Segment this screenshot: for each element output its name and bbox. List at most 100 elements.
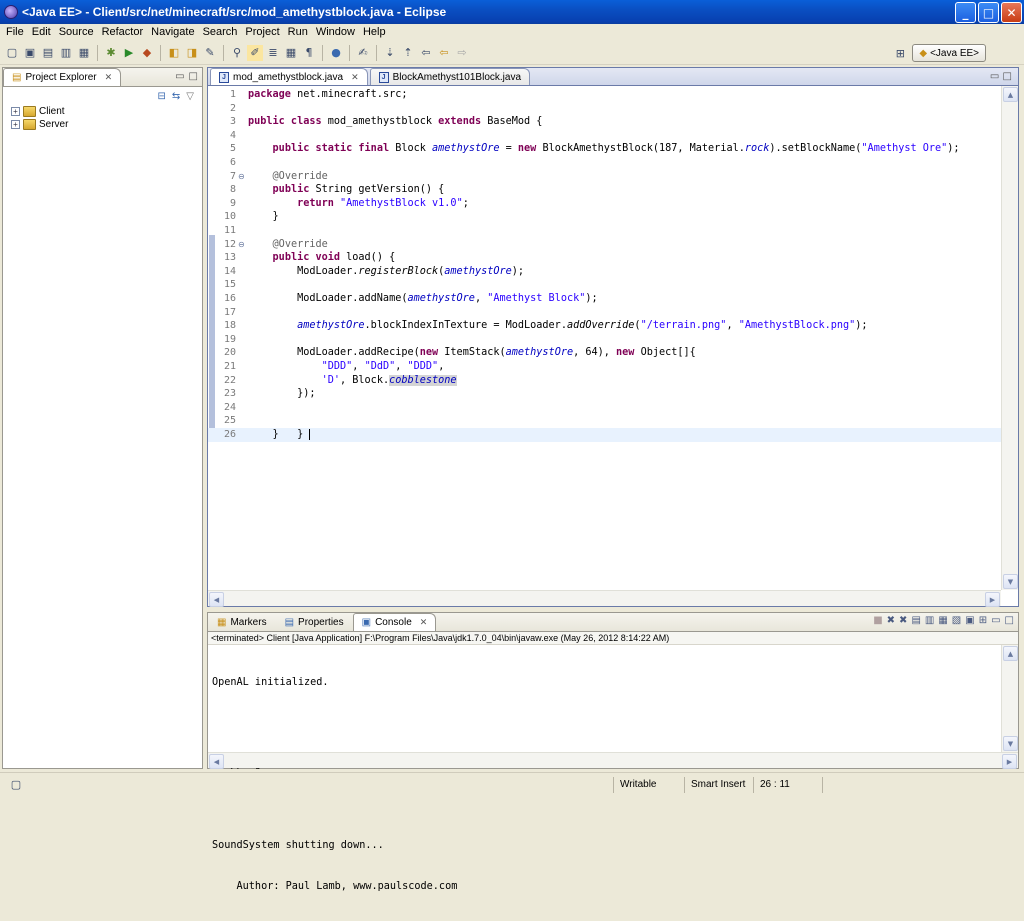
editor-horizontal-scrollbar[interactable]: ◀ ▶ — [208, 590, 1001, 607]
open-perspective-icon[interactable]: ⊞ — [892, 45, 908, 61]
pin-console-icon[interactable]: ▧ — [952, 615, 961, 626]
remove-all-icon[interactable]: ✖ — [899, 615, 907, 626]
scroll-up-icon[interactable]: ▲ — [1003, 87, 1018, 102]
code-line: 1 package net.minecraft.src; — [229, 89, 408, 100]
tree-item-client[interactable]: + Client — [3, 105, 202, 118]
maximize-button[interactable]: □ — [978, 2, 999, 23]
show-on-output-icon[interactable]: ▦ — [938, 615, 947, 626]
menu-window[interactable]: Window — [312, 26, 359, 38]
code-line: 23 }); — [223, 388, 316, 400]
menu-navigate[interactable]: Navigate — [147, 26, 198, 38]
minimize-icon[interactable]: ▭ — [991, 615, 1000, 626]
javaee-icon: ◆ — [919, 47, 928, 59]
next-annotation-icon[interactable]: ⇣ — [382, 45, 398, 61]
minimize-button[interactable]: _ — [955, 2, 976, 23]
display-console-icon[interactable]: ▣ — [965, 615, 974, 626]
last-edit-icon[interactable]: ⇦ — [418, 45, 434, 61]
print-icon[interactable]: ▦ — [76, 45, 92, 61]
menu-file[interactable]: File — [2, 26, 28, 38]
tab-blockamethyst[interactable]: J BlockAmethyst101Block.java — [369, 68, 531, 85]
menu-help[interactable]: Help — [359, 26, 390, 38]
close-icon[interactable]: ✕ — [105, 72, 113, 83]
expand-icon[interactable]: + — [11, 107, 20, 116]
save-all-icon[interactable]: ▥ — [58, 45, 74, 61]
perspective-button[interactable]: ◆ <Java EE> — [912, 44, 986, 62]
close-icon[interactable]: ✕ — [420, 617, 428, 628]
clear-console-icon[interactable]: ▤ — [911, 615, 920, 626]
external-tools-icon[interactable]: ◆ — [139, 45, 155, 61]
code-line: 3 public class mod_amethystblock extends … — [229, 116, 543, 128]
open-type-icon[interactable]: ◧ — [166, 45, 182, 61]
block-selection-icon[interactable]: ▦ — [283, 45, 299, 61]
maximize-icon[interactable]: □ — [189, 71, 198, 82]
collapse-all-icon[interactable]: ⊟ — [158, 91, 166, 102]
scroll-right-icon[interactable]: ▶ — [985, 592, 1000, 607]
link-editor-icon[interactable]: ⇆ — [172, 91, 180, 102]
scroll-left-icon[interactable]: ◀ — [209, 592, 224, 607]
console-icon: ▣ — [361, 617, 372, 628]
new-file-icon[interactable]: ▢ — [4, 45, 20, 61]
window-title: <Java EE> - Client/src/net/minecraft/src… — [22, 5, 447, 19]
perspective-label: <Java EE> — [930, 47, 979, 59]
save-icon[interactable]: ▤ — [40, 45, 56, 61]
menu-refactor[interactable]: Refactor — [98, 26, 148, 38]
remove-launch-icon[interactable]: ✖ — [887, 615, 895, 626]
code-text-area[interactable]: 1 package net.minecraft.src; 2 3 public cl… — [208, 86, 1001, 590]
code-line: 5 public static final Block amethystOre … — [229, 143, 960, 155]
explorer-icon: ▤ — [12, 72, 22, 83]
menu-source[interactable]: Source — [55, 26, 98, 38]
new-server-icon[interactable]: ▣ — [22, 45, 38, 61]
tab-project-explorer[interactable]: ▤ Project Explorer ✕ — [3, 68, 122, 86]
code-line: 14 ModLoader.registerBlock(amethystOre); — [223, 265, 525, 277]
console-horizontal-scrollbar[interactable]: ◀ ▶ — [208, 752, 1018, 769]
globe-icon[interactable]: ● — [328, 45, 344, 61]
scroll-lock-icon[interactable]: ▥ — [925, 615, 934, 626]
editor-vertical-scrollbar[interactable]: ▲ ▼ — [1001, 86, 1018, 590]
tab-mod-amethystblock[interactable]: J mod_amethystblock.java ✕ — [210, 68, 368, 85]
tree-item-server[interactable]: + Server — [3, 118, 202, 131]
console-line: Author: Paul Lamb, www.paulscode.com — [212, 881, 458, 893]
scroll-down-icon[interactable]: ▼ — [1003, 736, 1018, 751]
fast-view-icon[interactable]: ▢ — [8, 776, 24, 792]
minimize-icon[interactable]: ▭ — [175, 71, 184, 82]
close-button[interactable]: ✕ — [1001, 2, 1022, 23]
search-icon[interactable]: ✎ — [202, 45, 218, 61]
show-whitespace-icon[interactable]: ¶ — [301, 45, 317, 61]
tab-console[interactable]: ▣ Console ✕ — [352, 613, 437, 631]
menu-project[interactable]: Project — [241, 26, 283, 38]
view-menu-icon[interactable]: ▽ — [186, 91, 194, 102]
prev-annotation-icon[interactable]: ⇡ — [400, 45, 416, 61]
scroll-up-icon[interactable]: ▲ — [1003, 646, 1018, 661]
code-line: 7 ⊖ @Override — [229, 170, 328, 182]
code-line: 20 ModLoader.addRecipe(new ItemStack(ame… — [223, 347, 696, 359]
maximize-icon[interactable]: □ — [1005, 615, 1014, 626]
console-vertical-scrollbar[interactable]: ▲ ▼ — [1001, 645, 1018, 752]
menu-edit[interactable]: Edit — [28, 26, 55, 38]
format-icon[interactable]: ≣ — [265, 45, 281, 61]
tab-markers[interactable]: ▦ Markers — [208, 613, 276, 631]
console-toolbar: ■ ✖ ✖ ▤ ▥ ▦ ▧ ▣ ⊞ ▭ □ — [873, 615, 1014, 626]
scroll-left-icon[interactable]: ◀ — [209, 754, 224, 769]
menu-run[interactable]: Run — [284, 26, 312, 38]
menu-search[interactable]: Search — [199, 26, 242, 38]
close-icon[interactable]: ✕ — [351, 72, 359, 83]
scroll-right-icon[interactable]: ▶ — [1002, 754, 1017, 769]
tab-properties[interactable]: ▤ Properties — [276, 613, 353, 631]
editor-view-controls[interactable]: ▭ □ — [990, 71, 1012, 82]
annotation-icon[interactable]: ✍ — [355, 45, 371, 61]
toolbar-separator — [223, 44, 224, 61]
forward-icon[interactable]: ⇨ — [454, 45, 470, 61]
properties-icon: ▤ — [284, 617, 295, 628]
expand-icon[interactable]: + — [11, 120, 20, 129]
run-icon[interactable]: ▶ — [121, 45, 137, 61]
mark-occurrences-icon[interactable]: ⚲ — [229, 45, 245, 61]
terminate-icon[interactable]: ■ — [873, 615, 882, 626]
back-icon[interactable]: ⇦ — [436, 45, 452, 61]
debug-icon[interactable]: ✱ — [103, 45, 119, 61]
toggle-highlight-icon[interactable]: ✐ — [247, 44, 263, 61]
scroll-down-icon[interactable]: ▼ — [1003, 574, 1018, 589]
open-console-icon[interactable]: ⊞ — [979, 615, 987, 626]
open-folder-icon[interactable]: ◨ — [184, 45, 200, 61]
toolbar-separator — [376, 44, 377, 61]
